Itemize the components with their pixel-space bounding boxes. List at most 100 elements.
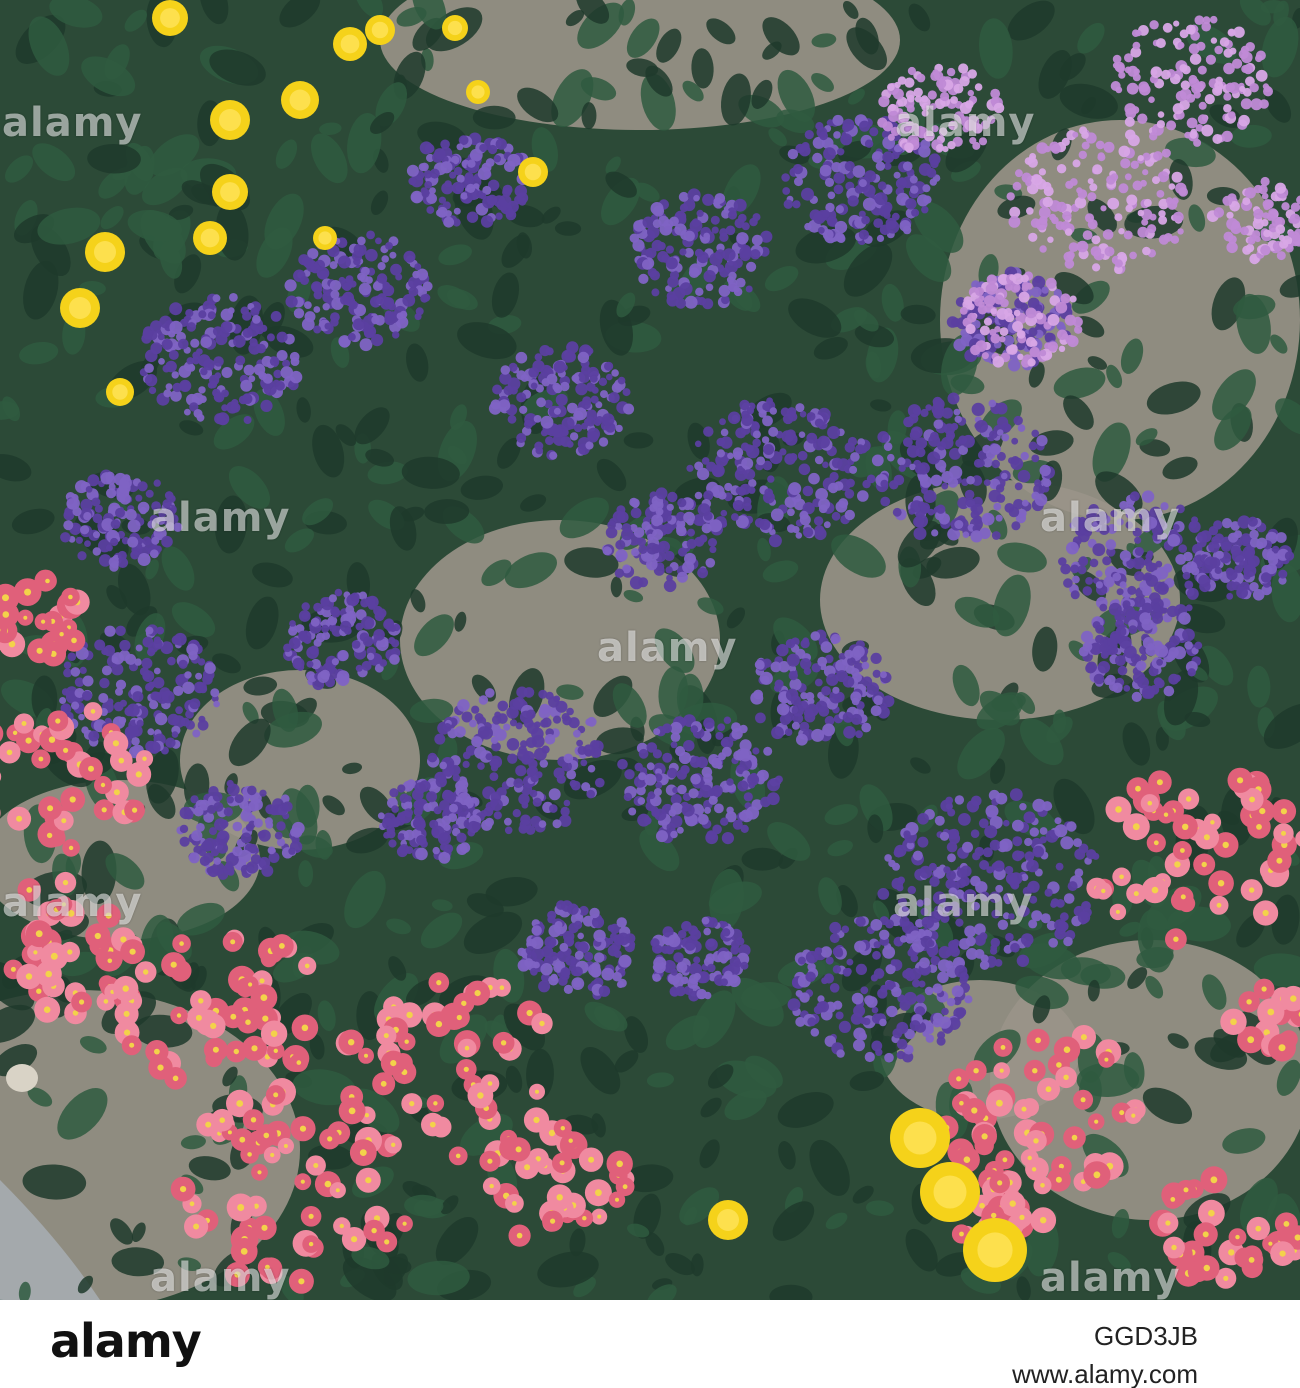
heliotrope-floret — [922, 897, 931, 906]
heliotrope-floret — [313, 306, 321, 313]
heliotrope-floret — [667, 276, 679, 288]
heliotrope-floret — [1089, 558, 1099, 568]
heliotrope-floret — [741, 222, 750, 231]
heliotrope-floret — [964, 995, 973, 1004]
heliotrope-floret — [392, 331, 400, 339]
heliotrope-floret — [235, 355, 246, 366]
heliotrope-floret — [829, 921, 842, 934]
heliotrope-floret — [941, 1007, 949, 1016]
heliotrope-floret — [973, 515, 983, 525]
heliotrope-floret — [1136, 660, 1147, 671]
heliotrope-floret — [768, 534, 782, 548]
heliotrope-floret — [971, 503, 984, 516]
heliotrope-floret — [617, 511, 629, 523]
heliotrope-floret — [814, 527, 827, 541]
heliotrope-floret — [337, 650, 349, 662]
ageratum-floret — [1015, 169, 1023, 178]
heliotrope-floret — [162, 499, 172, 509]
heliotrope-floret — [504, 817, 512, 826]
heliotrope-floret — [552, 382, 561, 391]
heliotrope-floret — [1119, 550, 1132, 562]
heliotrope-floret — [705, 938, 718, 951]
heliotrope-floret — [310, 617, 320, 627]
heliotrope-floret — [539, 703, 550, 715]
heliotrope-floret — [172, 382, 182, 393]
heliotrope-floret — [676, 525, 687, 537]
heliotrope-floret — [1004, 896, 1012, 905]
heliotrope-floret — [970, 829, 980, 838]
ageratum-floret — [1165, 197, 1173, 205]
heliotrope-floret — [669, 216, 679, 227]
heliotrope-floret — [1134, 547, 1144, 556]
heliotrope-floret — [831, 162, 842, 173]
heliotrope-floret — [165, 383, 173, 391]
ageratum-floret — [1212, 134, 1223, 144]
heliotrope-floret — [882, 151, 895, 164]
heliotrope-floret — [275, 381, 285, 391]
heliotrope-floret — [1031, 454, 1040, 463]
heliotrope-floret — [419, 780, 431, 792]
heliotrope-floret — [319, 270, 328, 280]
ageratum-floret — [1123, 230, 1133, 240]
flowerbed-scene — [0, 0, 1300, 1300]
heliotrope-floret — [548, 975, 559, 986]
heliotrope-floret — [357, 272, 366, 281]
heliotrope-floret — [541, 717, 552, 728]
heliotrope-floret — [379, 659, 388, 667]
heliotrope-floret — [531, 727, 544, 741]
heliotrope-floret — [507, 153, 521, 167]
heliotrope-floret — [682, 561, 695, 574]
heliotrope-floret — [847, 436, 858, 447]
heliotrope-floret — [766, 397, 773, 405]
heliotrope-floret — [935, 894, 946, 905]
heliotrope-floret — [650, 202, 664, 215]
heliotrope-floret — [1191, 516, 1199, 524]
heliotrope-floret — [697, 297, 706, 306]
heliotrope-floret — [842, 712, 854, 723]
heliotrope-floret — [855, 916, 866, 927]
heliotrope-floret — [924, 986, 934, 996]
ageratum-floret — [1008, 216, 1021, 228]
heliotrope-floret — [142, 536, 152, 546]
heliotrope-floret — [884, 162, 892, 170]
ageratum-floret — [1197, 65, 1207, 75]
heliotrope-floret — [873, 695, 884, 706]
heliotrope-floret — [149, 700, 159, 710]
heliotrope-floret — [225, 861, 234, 870]
ageratum-floret — [1114, 213, 1123, 222]
heliotrope-floret — [844, 509, 855, 521]
heliotrope-floret — [709, 546, 717, 554]
heliotrope-floret — [490, 736, 499, 744]
heliotrope-floret — [229, 293, 238, 302]
heliotrope-floret — [1080, 630, 1094, 643]
heliotrope-floret — [962, 531, 970, 538]
heliotrope-floret — [443, 823, 451, 831]
heliotrope-floret — [800, 692, 808, 700]
heliotrope-floret — [615, 539, 626, 550]
heliotrope-floret — [890, 959, 898, 966]
heliotrope-floret — [1082, 586, 1093, 596]
heliotrope-floret — [1112, 682, 1123, 693]
heliotrope-floret — [909, 1020, 921, 1031]
heliotrope-floret — [474, 713, 484, 722]
heliotrope-floret — [951, 939, 960, 947]
heliotrope-floret — [875, 161, 886, 171]
heliotrope-floret — [529, 789, 538, 798]
heliotrope-floret — [188, 852, 200, 864]
heliotrope-floret — [988, 399, 997, 408]
heliotrope-floret — [196, 682, 205, 691]
ageratum-floret — [1209, 15, 1218, 24]
heliotrope-floret — [262, 373, 273, 384]
heliotrope-floret — [849, 465, 858, 474]
heliotrope-floret — [651, 288, 660, 297]
heliotrope-floret — [917, 836, 929, 848]
heliotrope-floret — [330, 290, 340, 299]
heliotrope-floret — [860, 986, 869, 995]
heliotrope-floret — [367, 601, 377, 610]
heliotrope-floret — [949, 465, 963, 479]
heliotrope-floret — [142, 670, 155, 682]
heliotrope-floret — [1132, 527, 1142, 537]
heliotrope-floret — [705, 558, 716, 568]
heliotrope-floret — [365, 248, 378, 262]
heliotrope-floret — [257, 830, 266, 839]
